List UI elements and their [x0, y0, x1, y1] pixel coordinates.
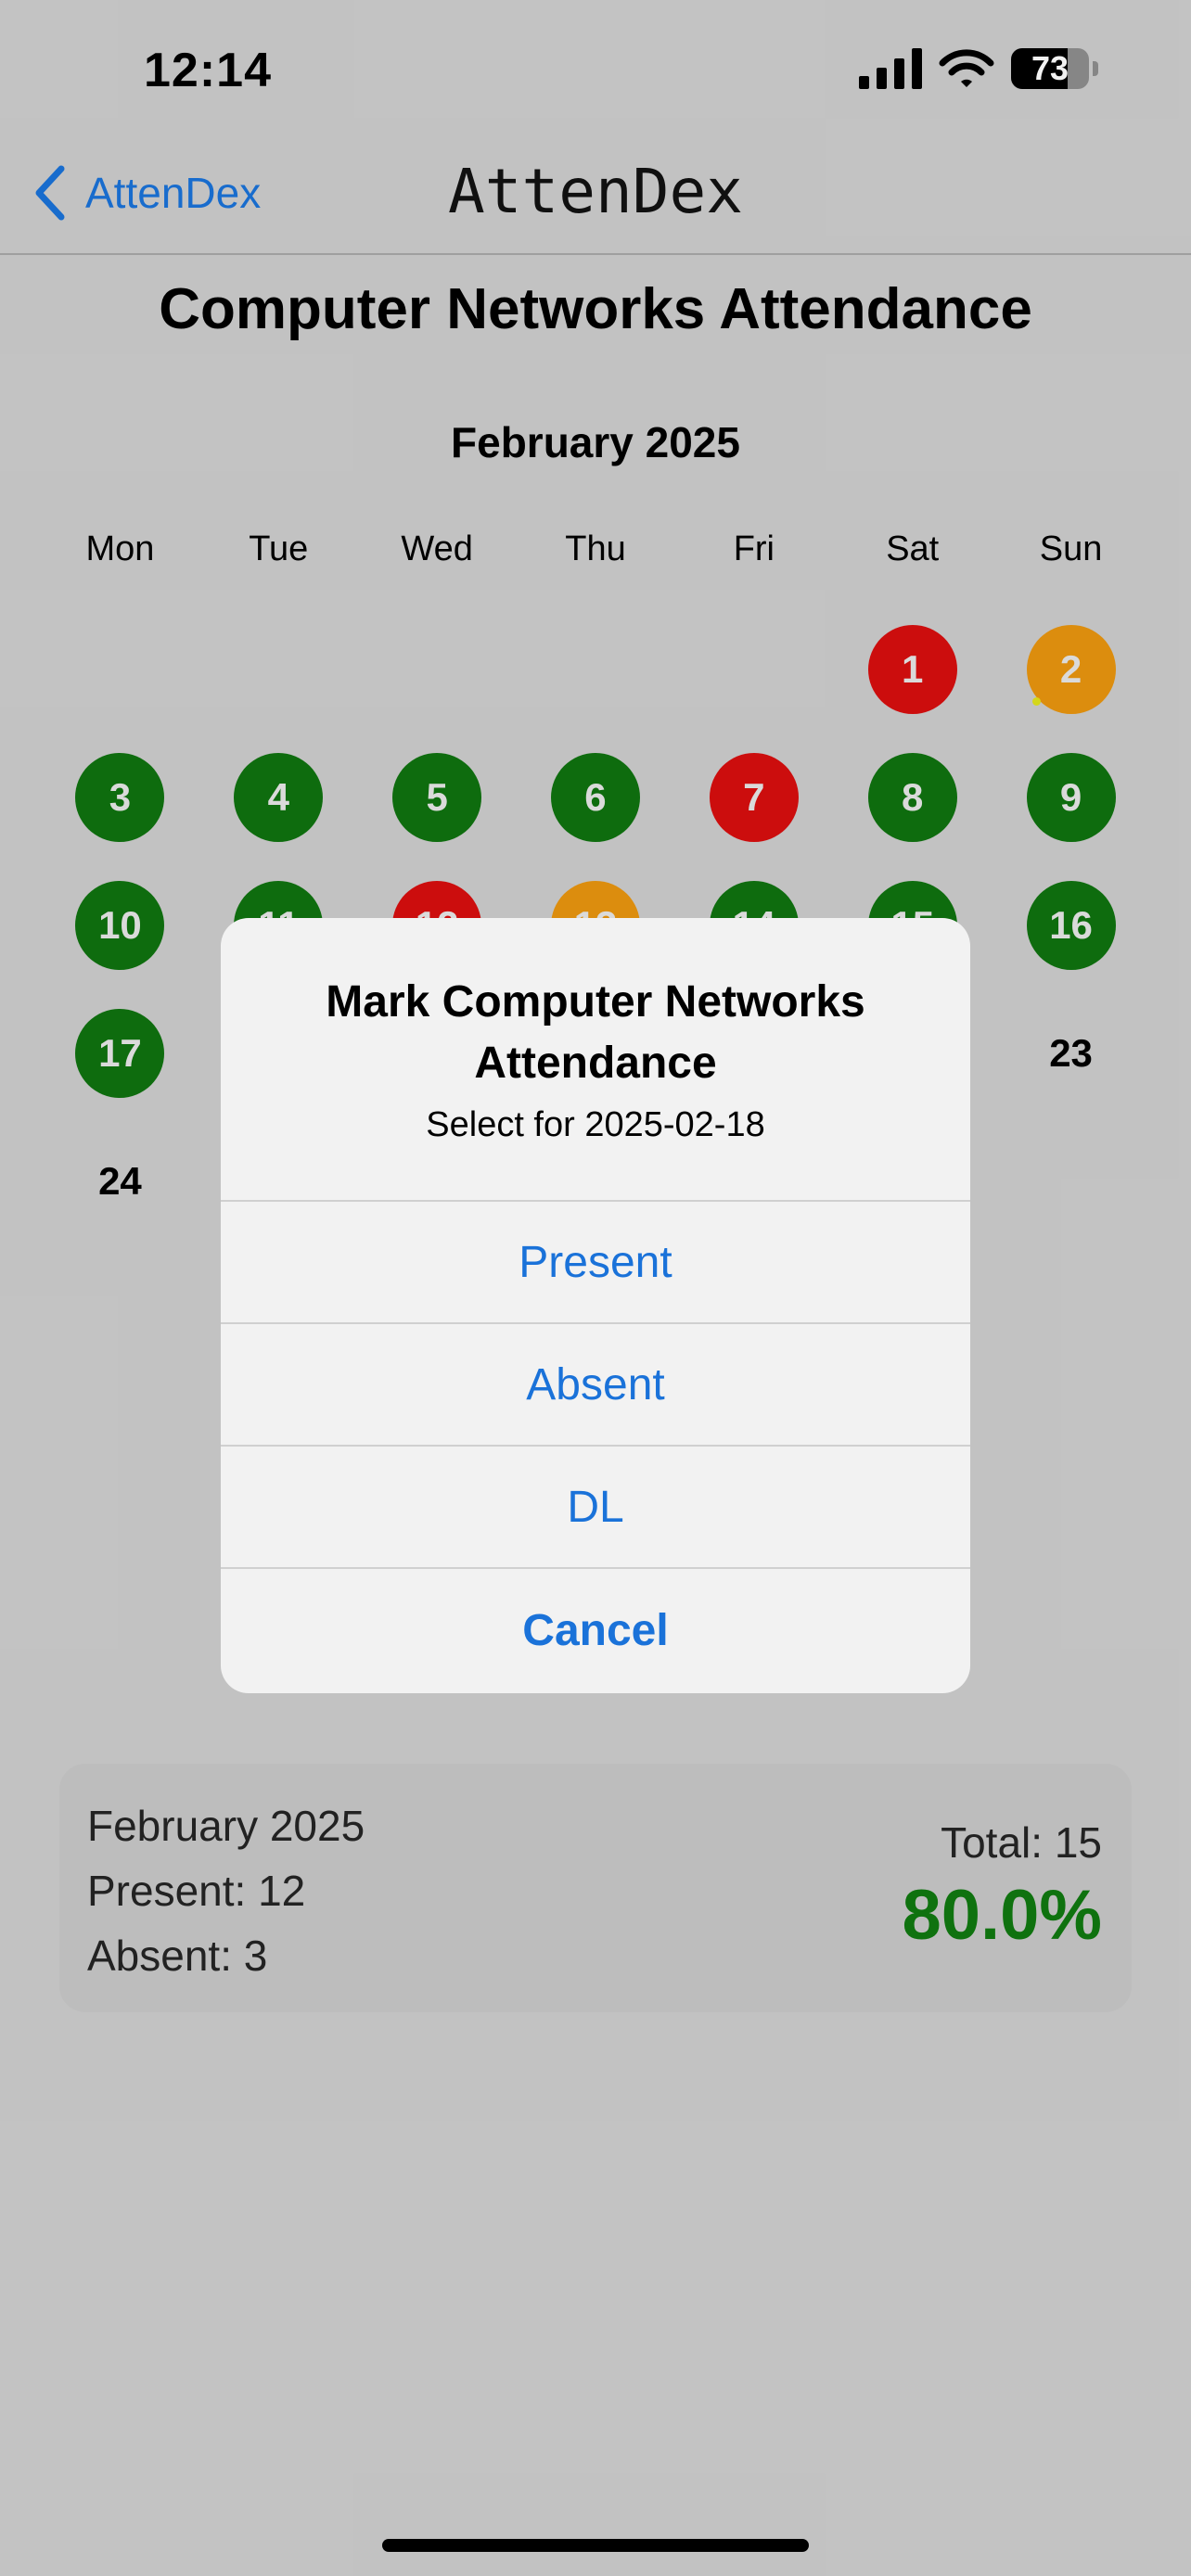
attendance-percentage: 80.0% [902, 1876, 1103, 1955]
summary-stats: February 2025 Present: 12 Absent: 3 [87, 1793, 365, 1988]
attendance-alert: Mark Computer Networks Attendance Select… [221, 918, 970, 1693]
absent-button[interactable]: Absent [221, 1324, 970, 1447]
alert-header: Mark Computer Networks Attendance Select… [221, 918, 970, 1202]
summary-present: Present: 12 [87, 1867, 306, 1915]
summary-total: Total: 15 [941, 1818, 1102, 1867]
dl-button[interactable]: DL [221, 1447, 970, 1569]
summary-card: February 2025 Present: 12 Absent: 3 Tota… [59, 1764, 1132, 2012]
present-button[interactable]: Present [221, 1202, 970, 1324]
alert-message: Select for 2025-02-18 [426, 1105, 765, 1144]
cancel-button[interactable]: Cancel [221, 1569, 970, 1691]
summary-totals: Total: 15 80.0% [903, 1817, 1103, 1956]
home-indicator[interactable] [382, 2539, 809, 2552]
summary-absent: Absent: 3 [87, 1932, 268, 1980]
summary-month: February 2025 [87, 1802, 365, 1850]
alert-title: Mark Computer Networks Attendance [326, 977, 865, 1088]
